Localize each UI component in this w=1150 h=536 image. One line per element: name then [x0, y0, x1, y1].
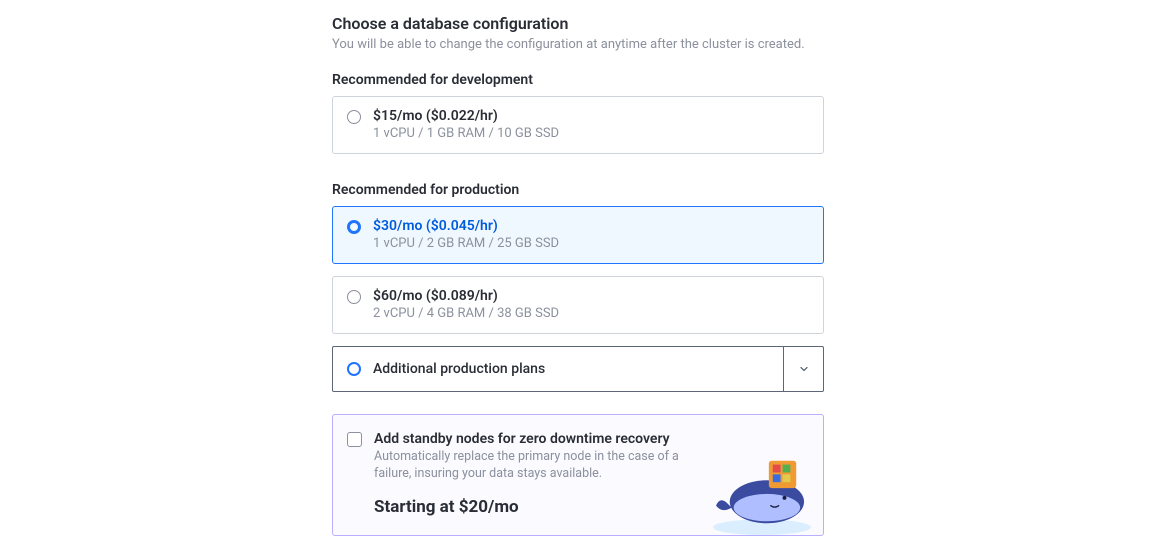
dev-section-label: Recommended for development	[332, 72, 824, 88]
plan-price: $30/mo ($0.045/hr)	[373, 218, 809, 234]
additional-plans-expand-button[interactable]	[783, 347, 823, 391]
radio-outline-icon	[347, 362, 361, 376]
page-title: Choose a database configuration	[332, 14, 824, 33]
plan-option-prod-30[interactable]: $30/mo ($0.045/hr) 1 vCPU / 2 GB RAM / 2…	[332, 206, 824, 264]
plan-specs: 1 vCPU / 1 GB RAM / 10 GB SSD	[373, 126, 809, 141]
page-subtitle: You will be able to change the configura…	[332, 37, 824, 52]
plan-price: $60/mo ($0.089/hr)	[373, 288, 809, 304]
additional-plans-button[interactable]: Additional production plans	[333, 347, 783, 391]
plan-option-dev-15[interactable]: $15/mo ($0.022/hr) 1 vCPU / 1 GB RAM / 1…	[332, 96, 824, 154]
standby-nodes-card: Add standby nodes for zero downtime reco…	[332, 414, 824, 536]
plan-price: $15/mo ($0.022/hr)	[373, 108, 809, 124]
prod-section-label: Recommended for production	[332, 182, 824, 198]
standby-checkbox[interactable]	[347, 432, 362, 447]
plan-specs: 1 vCPU / 2 GB RAM / 25 GB SSD	[373, 236, 809, 251]
additional-plans-row: Additional production plans	[332, 346, 824, 392]
additional-plans-label: Additional production plans	[373, 361, 545, 377]
chevron-down-icon	[798, 363, 810, 375]
standby-description: Automatically replace the primary node i…	[374, 449, 694, 483]
plan-option-prod-60[interactable]: $60/mo ($0.089/hr) 2 vCPU / 4 GB RAM / 3…	[332, 276, 824, 334]
standby-title: Add standby nodes for zero downtime reco…	[374, 431, 694, 447]
plan-specs: 2 vCPU / 4 GB RAM / 38 GB SSD	[373, 306, 809, 321]
radio-unselected-icon	[347, 290, 361, 304]
radio-selected-icon	[347, 220, 361, 234]
radio-unselected-icon	[347, 110, 361, 124]
whale-illustration	[707, 447, 817, 535]
standby-price: Starting at $20/mo	[374, 497, 694, 517]
